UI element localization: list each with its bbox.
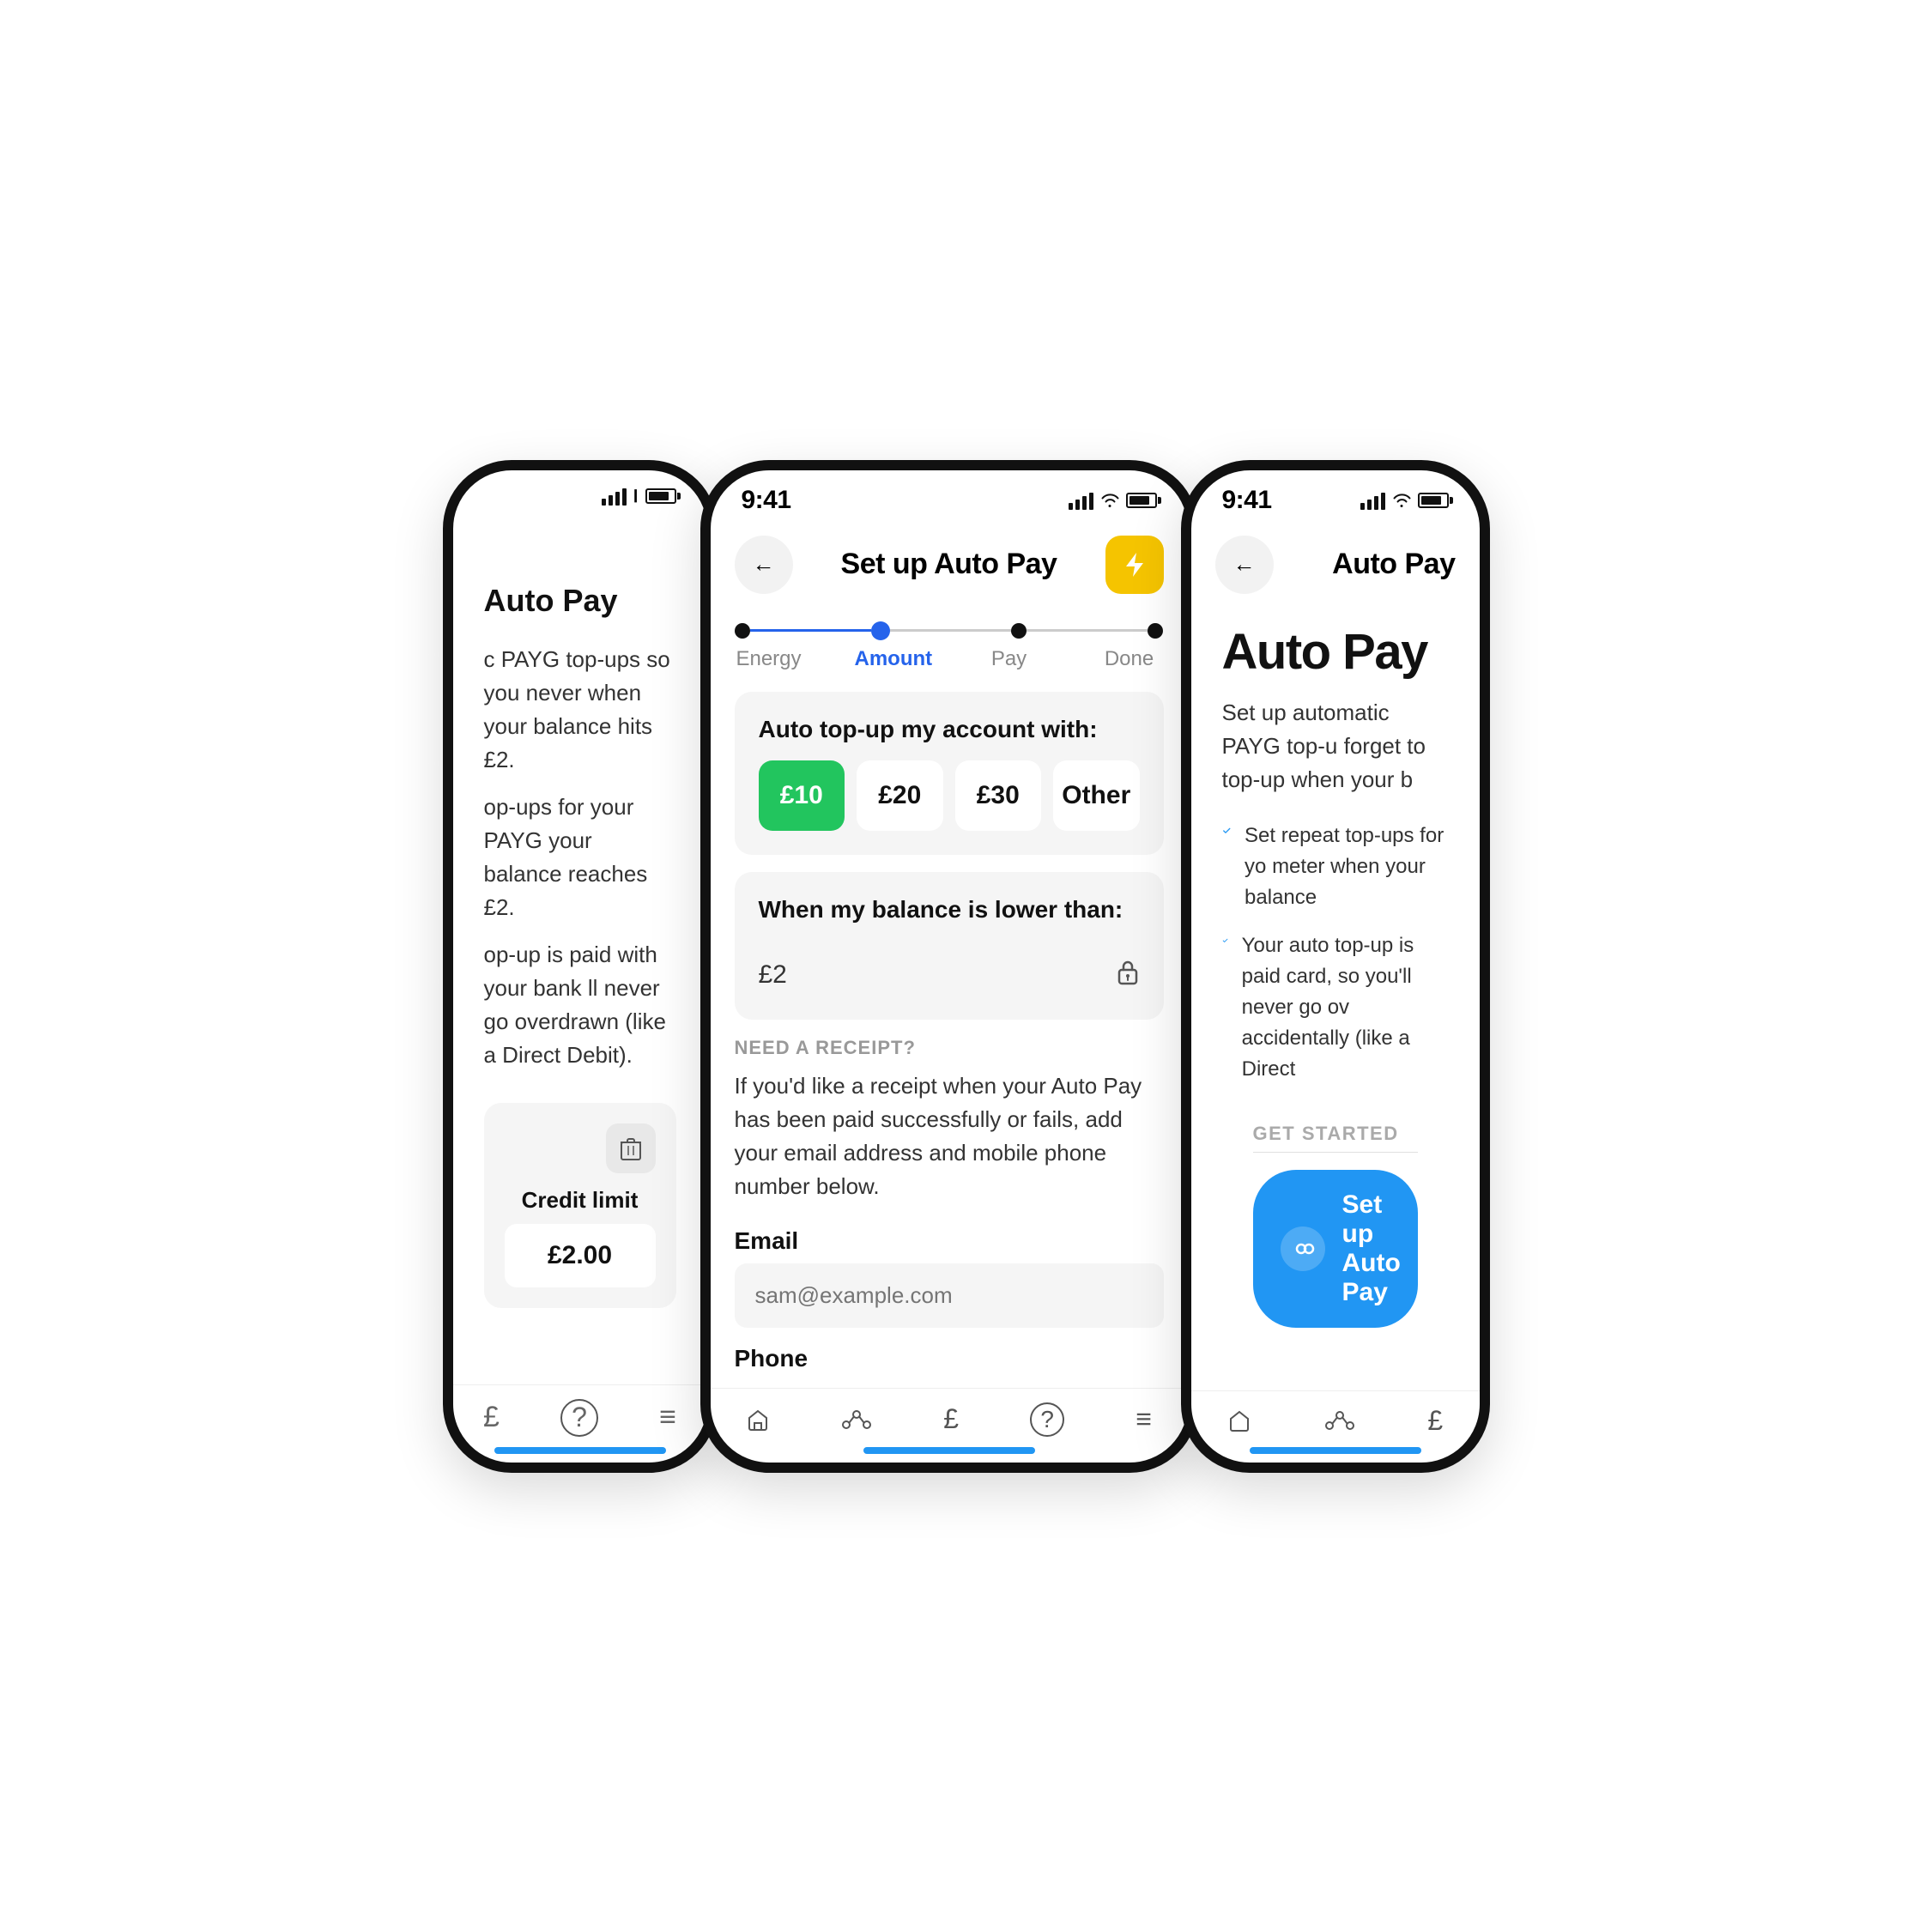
step-dot-done xyxy=(1148,623,1163,639)
auto-topup-section: Auto top-up my account with: £10 £20 £30… xyxy=(735,692,1164,855)
credit-limit-label: Credit limit xyxy=(505,1187,656,1214)
left-desc-2: op-ups for your PAYG your balance reache… xyxy=(484,790,676,924)
step-line-2 xyxy=(890,629,1011,632)
progress-steps: Energy Amount Pay Done xyxy=(711,608,1188,692)
center-status-icons xyxy=(1069,491,1157,510)
left-desc-1: c PAYG top-ups so you never when your ba… xyxy=(484,643,676,777)
balance-section-title: When my balance is lower than: xyxy=(759,896,1140,924)
center-signal-icon xyxy=(1069,491,1093,510)
step-line-1 xyxy=(750,629,871,632)
step-line-3 xyxy=(1027,629,1148,632)
center-status-bar: 9:41 xyxy=(711,470,1188,522)
amount-20-btn[interactable]: £20 xyxy=(857,760,943,831)
nav-menu[interactable]: ≡ xyxy=(659,1401,676,1434)
step-label-energy: Energy xyxy=(735,647,803,671)
home-indicator-left xyxy=(494,1447,666,1454)
nav-menu-center[interactable]: ≡ xyxy=(1136,1403,1152,1435)
left-desc-3: op-up is paid with your bank ll never go… xyxy=(484,938,676,1072)
nav-home[interactable] xyxy=(746,1408,770,1432)
center-phone: 9:41 ← xyxy=(700,460,1198,1473)
right-nav-billing[interactable]: £ xyxy=(1427,1405,1443,1437)
nav-billing[interactable]: £ xyxy=(483,1401,500,1434)
step-dot-energy xyxy=(735,623,750,639)
right-phone: 9:41 ← xyxy=(1181,460,1490,1473)
home-indicator-center xyxy=(863,1447,1035,1454)
feature-text-1: Set repeat top-ups for yo meter when you… xyxy=(1245,821,1448,913)
right-page-title: Auto Pay xyxy=(1222,625,1449,680)
balance-display: £2 xyxy=(759,941,1140,996)
right-subtitle: Set up automatic PAYG top-u forget to to… xyxy=(1222,696,1449,796)
amount-30-btn[interactable]: £30 xyxy=(955,760,1042,831)
email-input[interactable] xyxy=(735,1263,1164,1328)
right-signal-icon xyxy=(1360,491,1385,510)
credit-value-box: £2.00 xyxy=(505,1224,656,1287)
battery-icon xyxy=(645,488,676,504)
setup-btn-text: Set up Auto Pay xyxy=(1342,1190,1401,1307)
right-header: ← Auto Pay xyxy=(1191,522,1480,608)
step-dot-pay xyxy=(1011,623,1027,639)
right-status-time: 9:41 xyxy=(1222,486,1272,515)
phone-label: Phone xyxy=(735,1345,1164,1372)
credit-limit-card: Credit limit £2.00 xyxy=(484,1103,676,1308)
center-wifi-icon xyxy=(1100,494,1119,507)
center-header: ← Set up Auto Pay xyxy=(711,522,1188,608)
left-status-icons: Ⅰ xyxy=(602,486,676,507)
right-wifi-icon xyxy=(1392,494,1411,507)
balance-section: When my balance is lower than: £2 xyxy=(735,872,1164,1020)
step-label-amount: Amount xyxy=(855,647,924,671)
delete-icon[interactable] xyxy=(606,1123,656,1173)
right-battery-icon xyxy=(1418,493,1449,508)
receipt-text: If you'd like a receipt when your Auto P… xyxy=(735,1069,1164,1203)
center-battery-icon xyxy=(1126,493,1157,508)
feature-item-2: Your auto top-up is paid card, so you'll… xyxy=(1222,930,1449,1085)
receipt-section: NEED A RECEIPT? If you'd like a receipt … xyxy=(711,1037,1188,1381)
feature-text-2: Your auto top-up is paid card, so you'll… xyxy=(1242,930,1449,1085)
left-status-bar: Ⅰ xyxy=(453,470,707,514)
nav-help[interactable]: ? xyxy=(560,1399,598,1437)
step-dot-amount xyxy=(871,621,890,640)
right-header-title: Auto Pay xyxy=(1332,548,1455,581)
right-nav-home[interactable] xyxy=(1227,1408,1251,1432)
step-label-pay: Pay xyxy=(975,647,1044,671)
thunder-button[interactable] xyxy=(1105,536,1164,594)
balance-value: £2 xyxy=(759,960,787,990)
amount-10-btn[interactable]: £10 xyxy=(759,760,845,831)
step-label-done: Done xyxy=(1095,647,1164,671)
amount-options: £10 £20 £30 Other xyxy=(759,760,1140,831)
right-back-button[interactable]: ← xyxy=(1215,536,1274,594)
back-button[interactable]: ← xyxy=(735,536,793,594)
credit-value: £2.00 xyxy=(548,1241,612,1269)
feature-item-1: Set repeat top-ups for yo meter when you… xyxy=(1222,821,1449,913)
amount-other-btn[interactable]: Other xyxy=(1053,760,1140,831)
divider xyxy=(1253,1152,1418,1153)
nav-help-center[interactable]: ? xyxy=(1030,1402,1064,1437)
signal-icon xyxy=(602,487,627,506)
email-label: Email xyxy=(735,1227,1164,1255)
right-status-bar: 9:41 xyxy=(1191,470,1480,522)
topup-section-title: Auto top-up my account with: xyxy=(759,716,1140,743)
right-status-icons xyxy=(1360,491,1449,510)
lock-icon xyxy=(1116,958,1140,992)
wifi-icon: Ⅰ xyxy=(633,486,639,507)
check-icon-1 xyxy=(1222,821,1232,841)
right-nav-usage[interactable] xyxy=(1324,1408,1355,1432)
left-phone: Ⅰ Auto Pay c PAYG top-ups so you never w… xyxy=(443,460,718,1473)
infinity-icon xyxy=(1281,1226,1325,1271)
check-icon-2 xyxy=(1222,930,1228,951)
nav-billing-center[interactable]: £ xyxy=(943,1403,959,1435)
left-page-title: Auto Pay xyxy=(484,583,676,619)
center-header-title: Set up Auto Pay xyxy=(841,548,1057,581)
nav-usage[interactable] xyxy=(841,1408,872,1432)
receipt-label: NEED A RECEIPT? xyxy=(735,1037,1164,1059)
home-indicator-right xyxy=(1250,1447,1421,1454)
right-features: Set repeat top-ups for yo meter when you… xyxy=(1222,821,1449,1085)
status-time: 9:41 xyxy=(742,486,791,515)
right-content: Auto Pay Set up automatic PAYG top-u for… xyxy=(1191,608,1480,1329)
setup-autopay-button[interactable]: Set up Auto Pay xyxy=(1253,1170,1418,1328)
get-started-label: GET STARTED xyxy=(1222,1102,1449,1152)
